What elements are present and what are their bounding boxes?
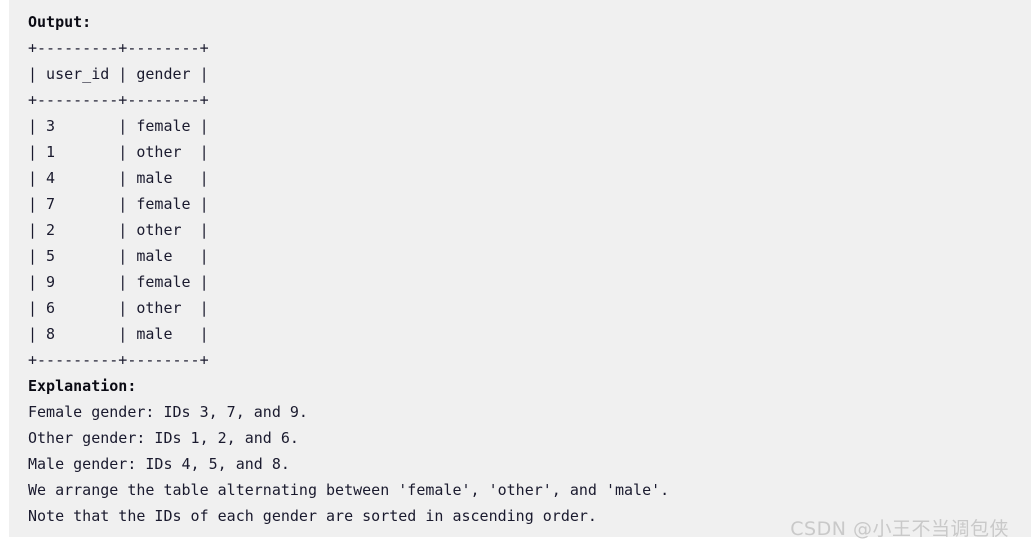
table-border-top: +---------+--------+ bbox=[28, 39, 209, 57]
explanation-line: Other gender: IDs 1, 2, and 6. bbox=[28, 429, 299, 447]
table-border-bottom: +---------+--------+ bbox=[28, 351, 209, 369]
table-row: | 4 | male | bbox=[28, 169, 209, 187]
table-row: | 6 | other | bbox=[28, 299, 209, 317]
explanation-line: We arrange the table alternating between… bbox=[28, 481, 670, 499]
code-output-block: Output: +---------+--------+ | user_id | g… bbox=[9, 0, 1031, 537]
csdn-watermark: CSDN @小王不当调包侠 bbox=[790, 518, 1009, 540]
explanation-line: Male gender: IDs 4, 5, and 8. bbox=[28, 455, 290, 473]
table-header-row: | user_id | gender | bbox=[28, 65, 209, 83]
table-row: | 8 | male | bbox=[28, 325, 209, 343]
table-row: | 3 | female | bbox=[28, 117, 209, 135]
explanation-line: Female gender: IDs 3, 7, and 9. bbox=[28, 403, 308, 421]
table-row: | 7 | female | bbox=[28, 195, 209, 213]
explanation-heading: Explanation: bbox=[28, 377, 137, 395]
table-border-header: +---------+--------+ bbox=[28, 91, 209, 109]
table-row: | 9 | female | bbox=[28, 273, 209, 291]
table-row: | 1 | other | bbox=[28, 143, 209, 161]
screenshot-root: Output: +---------+--------+ | user_id | g… bbox=[0, 0, 1031, 549]
table-row: | 5 | male | bbox=[28, 247, 209, 265]
output-heading: Output: bbox=[28, 13, 92, 31]
table-row: | 2 | other | bbox=[28, 221, 209, 239]
